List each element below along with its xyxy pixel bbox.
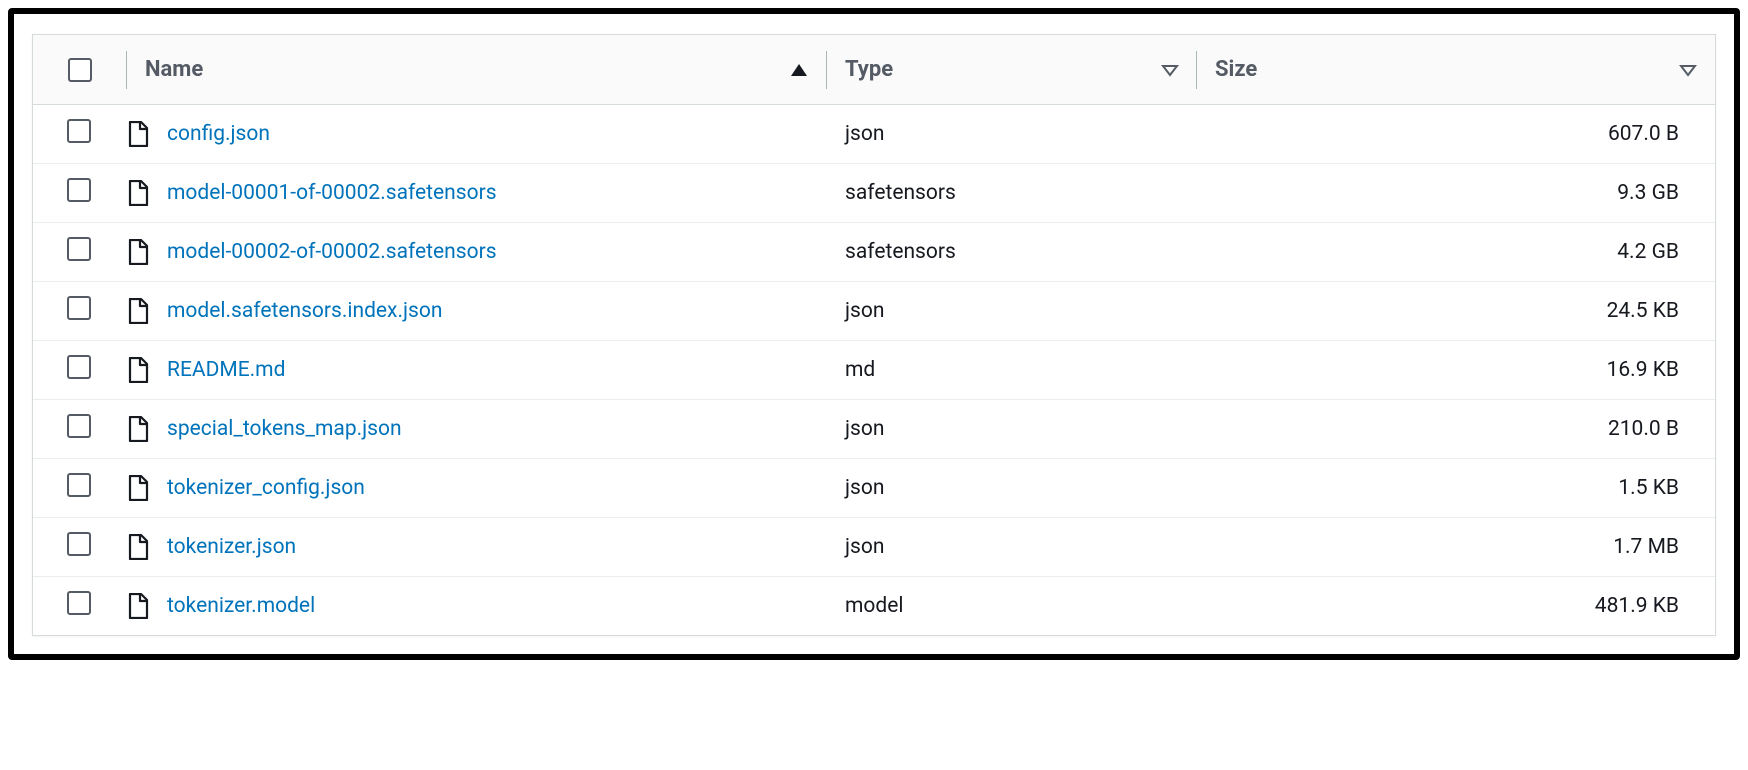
table-row: model.safetensors.index.json json24.5 KB (33, 282, 1715, 341)
size-cell: 1.5 KB (1197, 459, 1715, 518)
row-checkbox[interactable] (67, 178, 91, 202)
row-select-cell[interactable] (33, 459, 127, 518)
file-link[interactable]: tokenizer.model (167, 594, 315, 618)
row-select-cell[interactable] (33, 400, 127, 459)
header-select-all[interactable] (33, 35, 127, 105)
row-select-cell[interactable] (33, 341, 127, 400)
name-cell: model.safetensors.index.json (127, 282, 827, 341)
file-link[interactable]: tokenizer.json (167, 535, 296, 559)
file-link[interactable]: tokenizer_config.json (167, 476, 365, 500)
file-icon (127, 475, 149, 501)
header-name[interactable]: Name (127, 35, 827, 105)
row-checkbox[interactable] (67, 532, 91, 556)
name-cell: tokenizer_config.json (127, 459, 827, 518)
row-select-cell[interactable] (33, 223, 127, 282)
file-icon (127, 357, 149, 383)
header-name-label: Name (145, 57, 203, 82)
type-cell: model (827, 577, 1197, 636)
name-cell: model-00002-of-00002.safetensors (127, 223, 827, 282)
row-checkbox[interactable] (67, 119, 91, 143)
size-cell: 24.5 KB (1197, 282, 1715, 341)
select-all-checkbox[interactable] (68, 58, 92, 82)
size-cell: 607.0 B (1197, 105, 1715, 164)
table-row: tokenizer.json json1.7 MB (33, 518, 1715, 577)
table-row: model-00001-of-00002.safetensors safetens… (33, 164, 1715, 223)
file-link[interactable]: README.md (167, 358, 285, 382)
size-cell: 9.3 GB (1197, 164, 1715, 223)
row-select-cell[interactable] (33, 577, 127, 636)
sort-ascending-icon (789, 62, 809, 78)
file-icon (127, 180, 149, 206)
size-cell: 4.2 GB (1197, 223, 1715, 282)
file-icon (127, 298, 149, 324)
type-cell: md (827, 341, 1197, 400)
name-cell: tokenizer.json (127, 518, 827, 577)
name-cell: model-00001-of-00002.safetensors (127, 164, 827, 223)
row-select-cell[interactable] (33, 105, 127, 164)
type-cell: json (827, 459, 1197, 518)
row-select-cell[interactable] (33, 164, 127, 223)
file-link[interactable]: model.safetensors.index.json (167, 299, 442, 323)
file-icon (127, 239, 149, 265)
file-link[interactable]: special_tokens_map.json (167, 417, 402, 441)
sort-icon (1161, 63, 1179, 77)
name-cell: config.json (127, 105, 827, 164)
sort-icon (1679, 63, 1697, 77)
table-row: tokenizer.model model481.9 KB (33, 577, 1715, 636)
row-checkbox[interactable] (67, 591, 91, 615)
type-cell: safetensors (827, 223, 1197, 282)
table-row: tokenizer_config.json json1.5 KB (33, 459, 1715, 518)
type-cell: json (827, 518, 1197, 577)
name-cell: README.md (127, 341, 827, 400)
name-cell: tokenizer.model (127, 577, 827, 636)
table-header-row: Name Type (33, 35, 1715, 105)
row-checkbox[interactable] (67, 355, 91, 379)
table-row: special_tokens_map.json json210.0 B (33, 400, 1715, 459)
table-row: config.json json607.0 B (33, 105, 1715, 164)
type-cell: safetensors (827, 164, 1197, 223)
row-select-cell[interactable] (33, 282, 127, 341)
file-link[interactable]: config.json (167, 122, 270, 146)
size-cell: 210.0 B (1197, 400, 1715, 459)
row-select-cell[interactable] (33, 518, 127, 577)
type-cell: json (827, 282, 1197, 341)
row-checkbox[interactable] (67, 237, 91, 261)
file-icon (127, 593, 149, 619)
header-type-label: Type (845, 57, 893, 82)
file-icon (127, 534, 149, 560)
row-checkbox[interactable] (67, 473, 91, 497)
file-table: Name Type (33, 35, 1715, 635)
file-icon (127, 416, 149, 442)
table-row: README.md md16.9 KB (33, 341, 1715, 400)
table-row: model-00002-of-00002.safetensors safetens… (33, 223, 1715, 282)
file-listing-panel: Name Type (32, 34, 1716, 636)
name-cell: special_tokens_map.json (127, 400, 827, 459)
file-icon (127, 121, 149, 147)
header-size[interactable]: Size (1197, 35, 1715, 105)
header-size-label: Size (1215, 57, 1257, 82)
header-type[interactable]: Type (827, 35, 1197, 105)
window-frame: Name Type (8, 8, 1740, 660)
type-cell: json (827, 400, 1197, 459)
size-cell: 1.7 MB (1197, 518, 1715, 577)
file-link[interactable]: model-00002-of-00002.safetensors (167, 240, 497, 264)
type-cell: json (827, 105, 1197, 164)
size-cell: 481.9 KB (1197, 577, 1715, 636)
row-checkbox[interactable] (67, 296, 91, 320)
file-link[interactable]: model-00001-of-00002.safetensors (167, 181, 497, 205)
row-checkbox[interactable] (67, 414, 91, 438)
size-cell: 16.9 KB (1197, 341, 1715, 400)
